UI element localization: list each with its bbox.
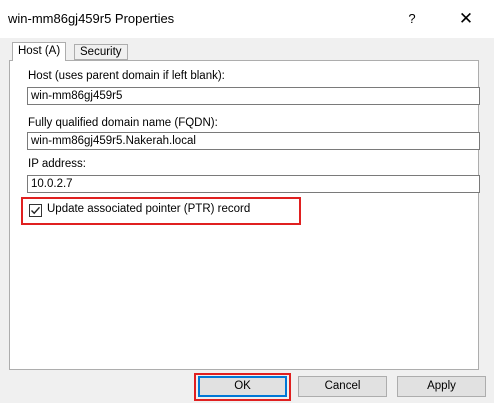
fqdn-input[interactable] (27, 132, 480, 150)
help-button[interactable]: ? (398, 4, 426, 34)
ptr-checkbox-label[interactable]: Update associated pointer (PTR) record (47, 203, 250, 215)
ip-address-input[interactable] (27, 175, 480, 193)
ptr-checkbox[interactable] (29, 204, 42, 217)
host-input[interactable] (27, 87, 480, 105)
apply-button[interactable]: Apply (397, 376, 486, 397)
tab-host-a[interactable]: Host (A) (12, 42, 67, 61)
fqdn-label: Fully qualified domain name (FQDN): (28, 117, 218, 129)
ok-button[interactable]: OK (198, 376, 287, 397)
host-label: Host (uses parent domain if left blank): (28, 70, 225, 82)
dialog-body: Host (A) Security Host (uses parent doma… (0, 38, 494, 403)
tab-security[interactable]: Security (74, 44, 128, 60)
cancel-button[interactable]: Cancel (298, 376, 387, 397)
checkmark-icon (31, 206, 41, 215)
close-button[interactable]: ✕ (449, 4, 483, 34)
title-bar: win-mm86gj459r5 Properties ? ✕ (0, 0, 494, 38)
tab-panel-host: Host (uses parent domain if left blank):… (9, 60, 480, 370)
ip-label: IP address: (28, 158, 86, 170)
window-title: win-mm86gj459r5 Properties (8, 11, 175, 26)
